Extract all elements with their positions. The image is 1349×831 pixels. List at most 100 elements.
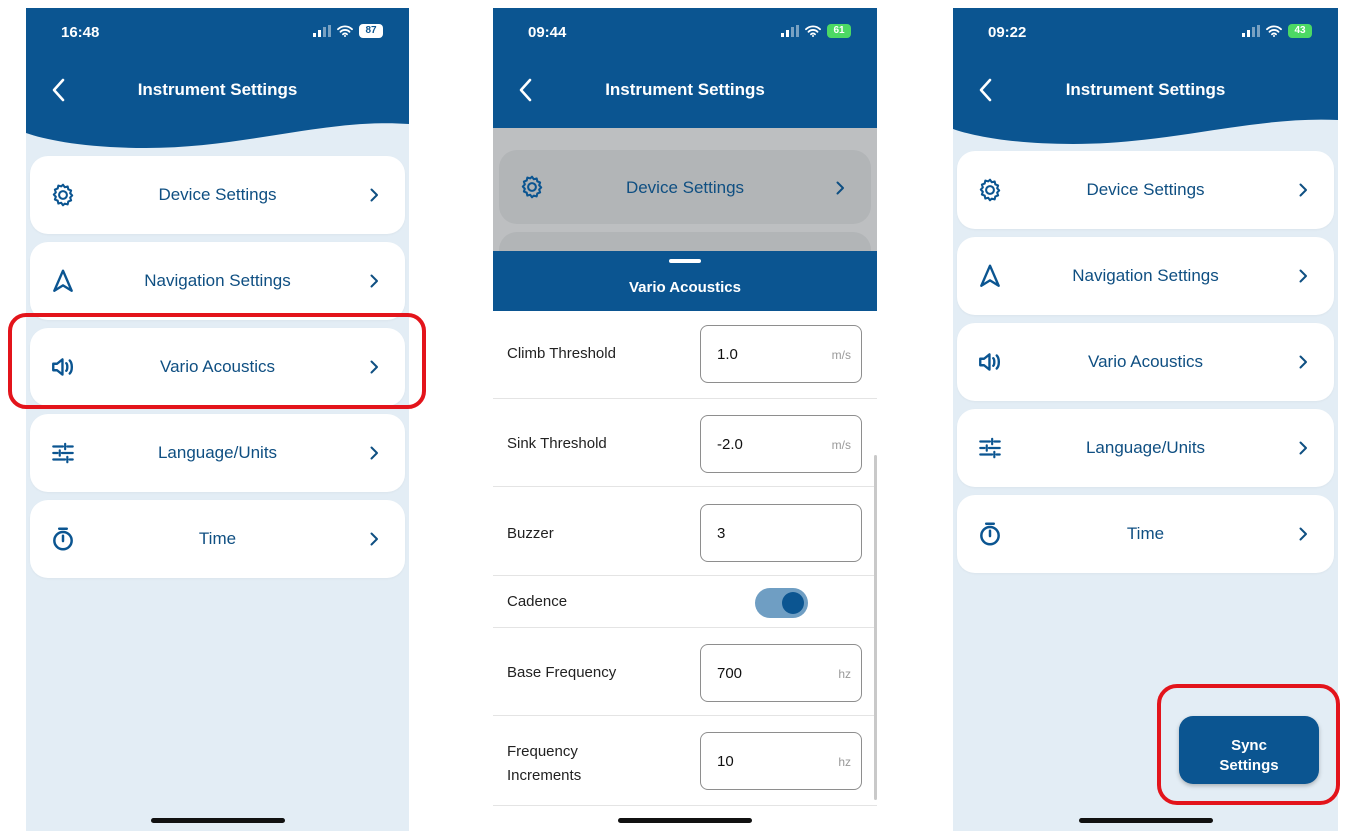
page-title: Instrument Settings — [605, 80, 765, 99]
cadence-toggle[interactable] — [755, 588, 808, 618]
row-label: Frequency Increments — [507, 740, 581, 788]
unit-label: m/s — [831, 348, 851, 362]
chevron-right-icon — [370, 446, 379, 460]
dimmed-background[interactable]: Device Settings — [493, 128, 877, 272]
gear-icon — [977, 177, 1003, 203]
input-value: 700 — [717, 665, 743, 682]
navigation-icon — [977, 263, 1003, 289]
home-indicator — [1078, 818, 1213, 823]
signal-icon — [1242, 25, 1260, 37]
row-base-frequency: Base Frequency 700 hz — [493, 628, 877, 716]
wifi-icon — [337, 25, 353, 37]
signal-icon — [781, 25, 799, 37]
stopwatch-icon — [977, 521, 1003, 547]
row-label: Sink Threshold — [507, 435, 607, 452]
settings-menu: Device Settings Navigation Settings Vari… — [957, 151, 1334, 581]
menu-item-time[interactable]: Time — [957, 495, 1334, 573]
chevron-right-icon — [1299, 183, 1308, 197]
input-value: 10 — [717, 753, 734, 770]
bottom-sheet-header: Vario Acoustics — [493, 251, 877, 311]
battery-icon: 87 — [359, 24, 383, 38]
input-value: 1.0 — [717, 346, 738, 363]
unit-label: hz — [838, 667, 851, 681]
chevron-right-icon — [1299, 527, 1308, 541]
status-bar: 09:44 61 — [493, 22, 877, 46]
highlight-sync-settings — [1157, 684, 1340, 805]
chevron-right-icon — [1299, 441, 1308, 455]
gear-icon — [519, 174, 545, 200]
highlight-vario-acoustics — [8, 313, 426, 409]
menu-item-label: Time — [198, 529, 237, 548]
menu-item-navigation-settings[interactable]: Navigation Settings — [30, 242, 405, 320]
header: 09:22 43 Instrument Settings — [953, 8, 1338, 148]
menu-item-device-settings-dimmed: Device Settings — [499, 150, 871, 224]
page-title: Instrument Settings — [137, 80, 298, 99]
menu-item-label: Time — [1126, 524, 1165, 543]
phone-screen-vario-acoustics: 09:44 61 Instrument Settings Device Sett… — [493, 8, 877, 831]
navigation-icon — [50, 268, 76, 294]
status-time: 09:44 — [528, 24, 567, 41]
menu-item-label: Navigation Settings — [1072, 266, 1219, 285]
menu-item-language-units[interactable]: Language/Units — [957, 409, 1334, 487]
row-buzzer: Buzzer 3 — [493, 487, 877, 576]
header: 09:44 61 Instrument Settings — [493, 8, 877, 128]
chevron-right-icon — [370, 274, 379, 288]
menu-item-label: Device Settings — [625, 178, 745, 197]
sliders-icon — [977, 435, 1003, 461]
header: 16:48 87 Instrument Settings — [26, 8, 409, 148]
status-bar: 16:48 87 — [26, 22, 409, 46]
row-label-line2: Increments — [507, 767, 582, 784]
chevron-right-icon — [370, 532, 379, 546]
status-time: 16:48 — [61, 24, 100, 41]
row-label: Cadence — [507, 593, 568, 610]
signal-icon — [313, 25, 331, 37]
wifi-icon — [805, 25, 821, 37]
unit-label: hz — [838, 755, 851, 769]
menu-item-device-settings[interactable]: Device Settings — [957, 151, 1334, 229]
chevron-right-icon — [1299, 355, 1308, 369]
gear-icon — [50, 182, 76, 208]
unit-label: m/s — [831, 438, 851, 452]
scrollbar[interactable] — [874, 455, 877, 800]
row-cadence: Cadence — [493, 576, 877, 628]
chevron-right-icon — [836, 181, 845, 195]
menu-item-label: Device Settings — [1086, 180, 1205, 199]
sink-threshold-input[interactable]: -2.0 m/s — [700, 415, 862, 473]
menu-item-vario-acoustics[interactable]: Vario Acoustics — [957, 323, 1334, 401]
buzzer-input[interactable]: 3 — [700, 504, 862, 562]
menu-item-label: Language/Units — [1085, 438, 1206, 457]
menu-item-label: Navigation Settings — [144, 271, 291, 290]
menu-item-label: Vario Acoustics — [1088, 352, 1203, 371]
sheet-title: Vario Acoustics — [629, 279, 741, 296]
wifi-icon — [1266, 25, 1282, 37]
menu-item-device-settings[interactable]: Device Settings — [30, 156, 405, 234]
row-climb-threshold: Climb Threshold 1.0 m/s — [493, 311, 877, 399]
base-frequency-input[interactable]: 700 hz — [700, 644, 862, 702]
menu-item-time[interactable]: Time — [30, 500, 405, 578]
input-value: 3 — [717, 525, 726, 542]
frequency-increments-input[interactable]: 10 hz — [700, 732, 862, 790]
menu-item-navigation-settings[interactable]: Navigation Settings — [957, 237, 1334, 315]
menu-item-language-units[interactable]: Language/Units — [30, 414, 405, 492]
row-label-line1: Frequency — [507, 743, 578, 760]
row-label: Climb Threshold — [507, 345, 616, 362]
menu-item-label: Language/Units — [157, 443, 278, 462]
battery-icon: 43 — [1288, 24, 1312, 38]
climb-threshold-input[interactable]: 1.0 m/s — [700, 325, 862, 383]
home-indicator — [150, 818, 285, 823]
row-frequency-increments: Frequency Increments 10 hz — [493, 716, 877, 806]
status-time: 09:22 — [988, 24, 1027, 41]
chevron-right-icon — [370, 188, 379, 202]
speaker-icon — [977, 349, 1003, 375]
phone-screen-instrument-settings: 16:48 87 Instrument Settings Device Sett… — [26, 8, 409, 831]
stopwatch-icon — [50, 526, 76, 552]
battery-icon: 61 — [827, 24, 851, 38]
input-value: -2.0 — [717, 436, 743, 453]
sliders-icon — [50, 440, 76, 466]
sheet-grabber[interactable] — [669, 259, 701, 263]
menu-item-label: Device Settings — [158, 185, 277, 204]
row-label: Buzzer — [507, 525, 554, 542]
page-title: Instrument Settings — [1065, 80, 1226, 99]
home-indicator — [618, 818, 752, 823]
row-sink-threshold: Sink Threshold -2.0 m/s — [493, 399, 877, 487]
